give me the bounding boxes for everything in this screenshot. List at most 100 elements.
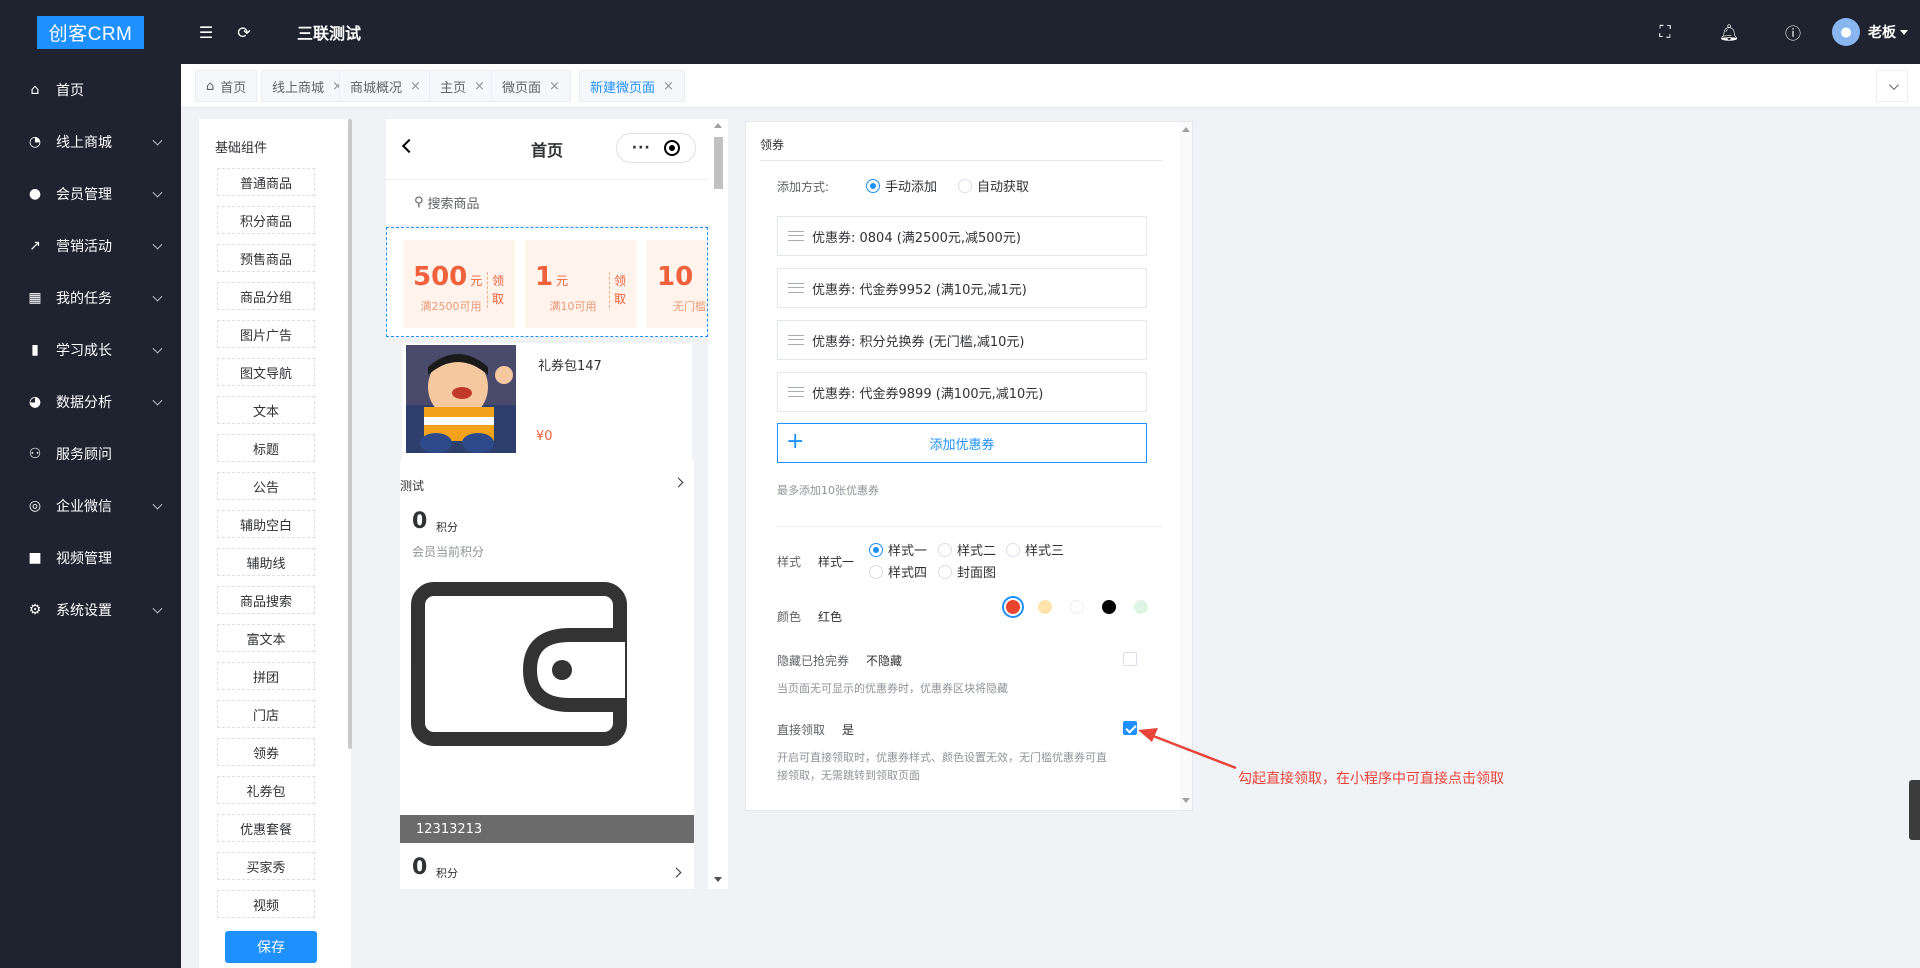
caret-down-icon[interactable] (1900, 29, 1908, 35)
phone-search-bar[interactable]: ⚲ 搜索商品 (386, 179, 708, 225)
gift-pack-card[interactable]: 礼券包147 ¥0 (402, 343, 692, 461)
style-radio[interactable]: 封面图 (938, 562, 996, 581)
points-block[interactable]: 测试 0 积分 会员当前积分 12313213 0 积分 (400, 461, 694, 889)
component-item[interactable]: 视频 (217, 890, 315, 918)
component-item[interactable]: 普通商品 (217, 168, 315, 196)
drag-handle-icon[interactable] (788, 335, 804, 345)
coupon-get-button[interactable]: 领取 (487, 272, 509, 308)
avatar[interactable]: ● (1832, 18, 1860, 46)
sidebar-item[interactable]: ◎ 企业微信 (0, 480, 181, 532)
component-item[interactable]: 图文导航 (217, 358, 315, 386)
app-logo[interactable]: 创客CRM (36, 15, 145, 49)
color-swatch[interactable] (1134, 600, 1148, 614)
sidebar-item[interactable]: ● 会员管理 (0, 168, 181, 220)
color-swatch[interactable] (1038, 600, 1052, 614)
sidebar-item[interactable]: ▮ 学习成长 (0, 324, 181, 376)
mini-program-capsule[interactable]: ··· (616, 133, 696, 163)
coupon-block[interactable]: 500元满2500可用领取1元满10可用领取10无门槛使 (386, 227, 708, 337)
component-item[interactable]: 富文本 (217, 624, 315, 652)
component-item[interactable]: 积分商品 (217, 206, 315, 234)
help-icon[interactable]: ⓘ (1780, 20, 1806, 44)
sidebar-item[interactable]: ↗ 营销活动 (0, 220, 181, 272)
component-item[interactable]: 辅助空白 (217, 510, 315, 538)
user-name[interactable]: 老板 (1868, 22, 1896, 42)
component-item[interactable]: 商品搜索 (217, 586, 315, 614)
bell-icon[interactable]: 🔔︎ (1716, 23, 1742, 42)
component-item[interactable]: 礼券包 (217, 776, 315, 804)
chevron-right-icon[interactable] (673, 477, 684, 488)
sidebar-item[interactable]: ■ 视频管理 (0, 532, 181, 584)
side-float-widget[interactable] (1909, 780, 1920, 840)
style-radio[interactable]: 样式一 (869, 540, 927, 559)
save-button[interactable]: 保存 (225, 931, 317, 963)
scroll-up-arrow-icon[interactable] (714, 123, 722, 128)
component-item[interactable]: 预售商品 (217, 244, 315, 272)
scroll-down-arrow-icon[interactable] (1182, 798, 1190, 803)
close-icon[interactable]: × (549, 79, 560, 94)
component-item[interactable]: 辅助线 (217, 548, 315, 576)
phone-coupon-card[interactable]: 500 元满2500可用 领取 (403, 240, 515, 328)
color-swatch[interactable] (1070, 600, 1084, 614)
hide-soldout-checkbox[interactable] (1123, 652, 1137, 666)
coupon-get-button[interactable]: 领取 (609, 272, 631, 308)
tab[interactable]: ⌂ 首页 (195, 70, 258, 102)
color-swatch[interactable] (1102, 600, 1116, 614)
component-item[interactable]: 领券 (217, 738, 315, 766)
phone-coupon-card[interactable]: 10 无门槛使 (647, 240, 707, 328)
drag-handle-icon[interactable] (788, 231, 804, 241)
sidebar-item[interactable]: ⌂ 首页 (0, 64, 181, 116)
tab[interactable]: 商城概况 × (339, 70, 432, 102)
color-swatch[interactable] (1002, 596, 1024, 618)
tab[interactable]: 主页 × (429, 70, 496, 102)
phone-coupon-card[interactable]: 1 元满10可用 领取 (525, 240, 637, 328)
radio-circle-icon (869, 542, 883, 557)
style-radio[interactable]: 样式三 (1006, 540, 1064, 559)
close-circle-icon[interactable] (664, 140, 681, 156)
sidebar-item[interactable]: ◕ 数据分析 (0, 376, 181, 428)
tab[interactable]: 微页面 × (491, 70, 571, 102)
phone-scrollbar[interactable] (708, 119, 728, 889)
component-library: 基础组件 普通商品 积分商品 预售商品 商品分组 图片广告 图文导航 文本 标题 公告 辅助空白辅… (199, 119, 352, 968)
fullscreen-icon[interactable]: ⛶ (1652, 22, 1678, 42)
close-icon[interactable]: × (474, 79, 485, 94)
tab[interactable]: 新建微页面 × (579, 70, 685, 102)
sidebar-item[interactable]: ▦ 我的任务 (0, 272, 181, 324)
close-icon[interactable]: × (663, 79, 674, 94)
library-scrollbar[interactable] (348, 119, 352, 749)
add-coupon-button[interactable]: + 添加优惠券 (777, 423, 1147, 463)
component-item[interactable]: 拼团 (217, 662, 315, 690)
user-menu[interactable]: ● 老板 (1832, 18, 1908, 46)
sidebar-item[interactable]: ⚙ 系统设置 (0, 584, 181, 636)
panel-scrollbar[interactable] (1180, 122, 1192, 810)
add-mode-radio[interactable]: 手动添加 (866, 176, 937, 195)
close-icon[interactable]: × (410, 79, 421, 94)
selected-coupon-item[interactable]: 优惠券: 积分兑换券 (无门槛,减10元) (777, 320, 1147, 360)
selected-coupon-item[interactable]: 优惠券: 代金券9899 (满100元,减10元) (777, 372, 1147, 412)
component-item[interactable]: 公告 (217, 472, 315, 500)
scroll-down-arrow-icon[interactable] (714, 877, 722, 882)
sidebar-item[interactable]: ⚇ 服务顾问 (0, 428, 181, 480)
direct-claim-checkbox[interactable] (1123, 721, 1137, 735)
selected-coupon-item[interactable]: 优惠券: 代金券9952 (满10元,减1元) (777, 268, 1147, 308)
component-item[interactable]: 商品分组 (217, 282, 315, 310)
component-item[interactable]: 图片广告 (217, 320, 315, 348)
component-item[interactable]: 文本 (217, 396, 315, 424)
component-item[interactable]: 门店 (217, 700, 315, 728)
add-mode-radio[interactable]: 自动获取 (958, 176, 1029, 195)
selected-coupon-item[interactable]: 优惠券: 0804 (满2500元,减500元) (777, 216, 1147, 256)
drag-handle-icon[interactable] (788, 387, 804, 397)
chevron-right-icon[interactable] (671, 867, 682, 878)
sidebar-item[interactable]: ◔ 线上商城 (0, 116, 181, 168)
scrollbar-thumb[interactable] (714, 137, 723, 189)
refresh-icon[interactable]: ⟳ (231, 23, 257, 42)
component-item[interactable]: 买家秀 (217, 852, 315, 880)
tabs-dropdown-button[interactable] (1876, 70, 1908, 102)
style-radio[interactable]: 样式二 (938, 540, 996, 559)
scroll-up-arrow-icon[interactable] (1182, 127, 1190, 132)
more-icon[interactable]: ··· (632, 140, 651, 156)
component-item[interactable]: 优惠套餐 (217, 814, 315, 842)
drag-handle-icon[interactable] (788, 283, 804, 293)
collapse-menu-icon[interactable]: ☰ (193, 23, 219, 42)
component-item[interactable]: 标题 (217, 434, 315, 462)
style-radio[interactable]: 样式四 (869, 562, 927, 581)
